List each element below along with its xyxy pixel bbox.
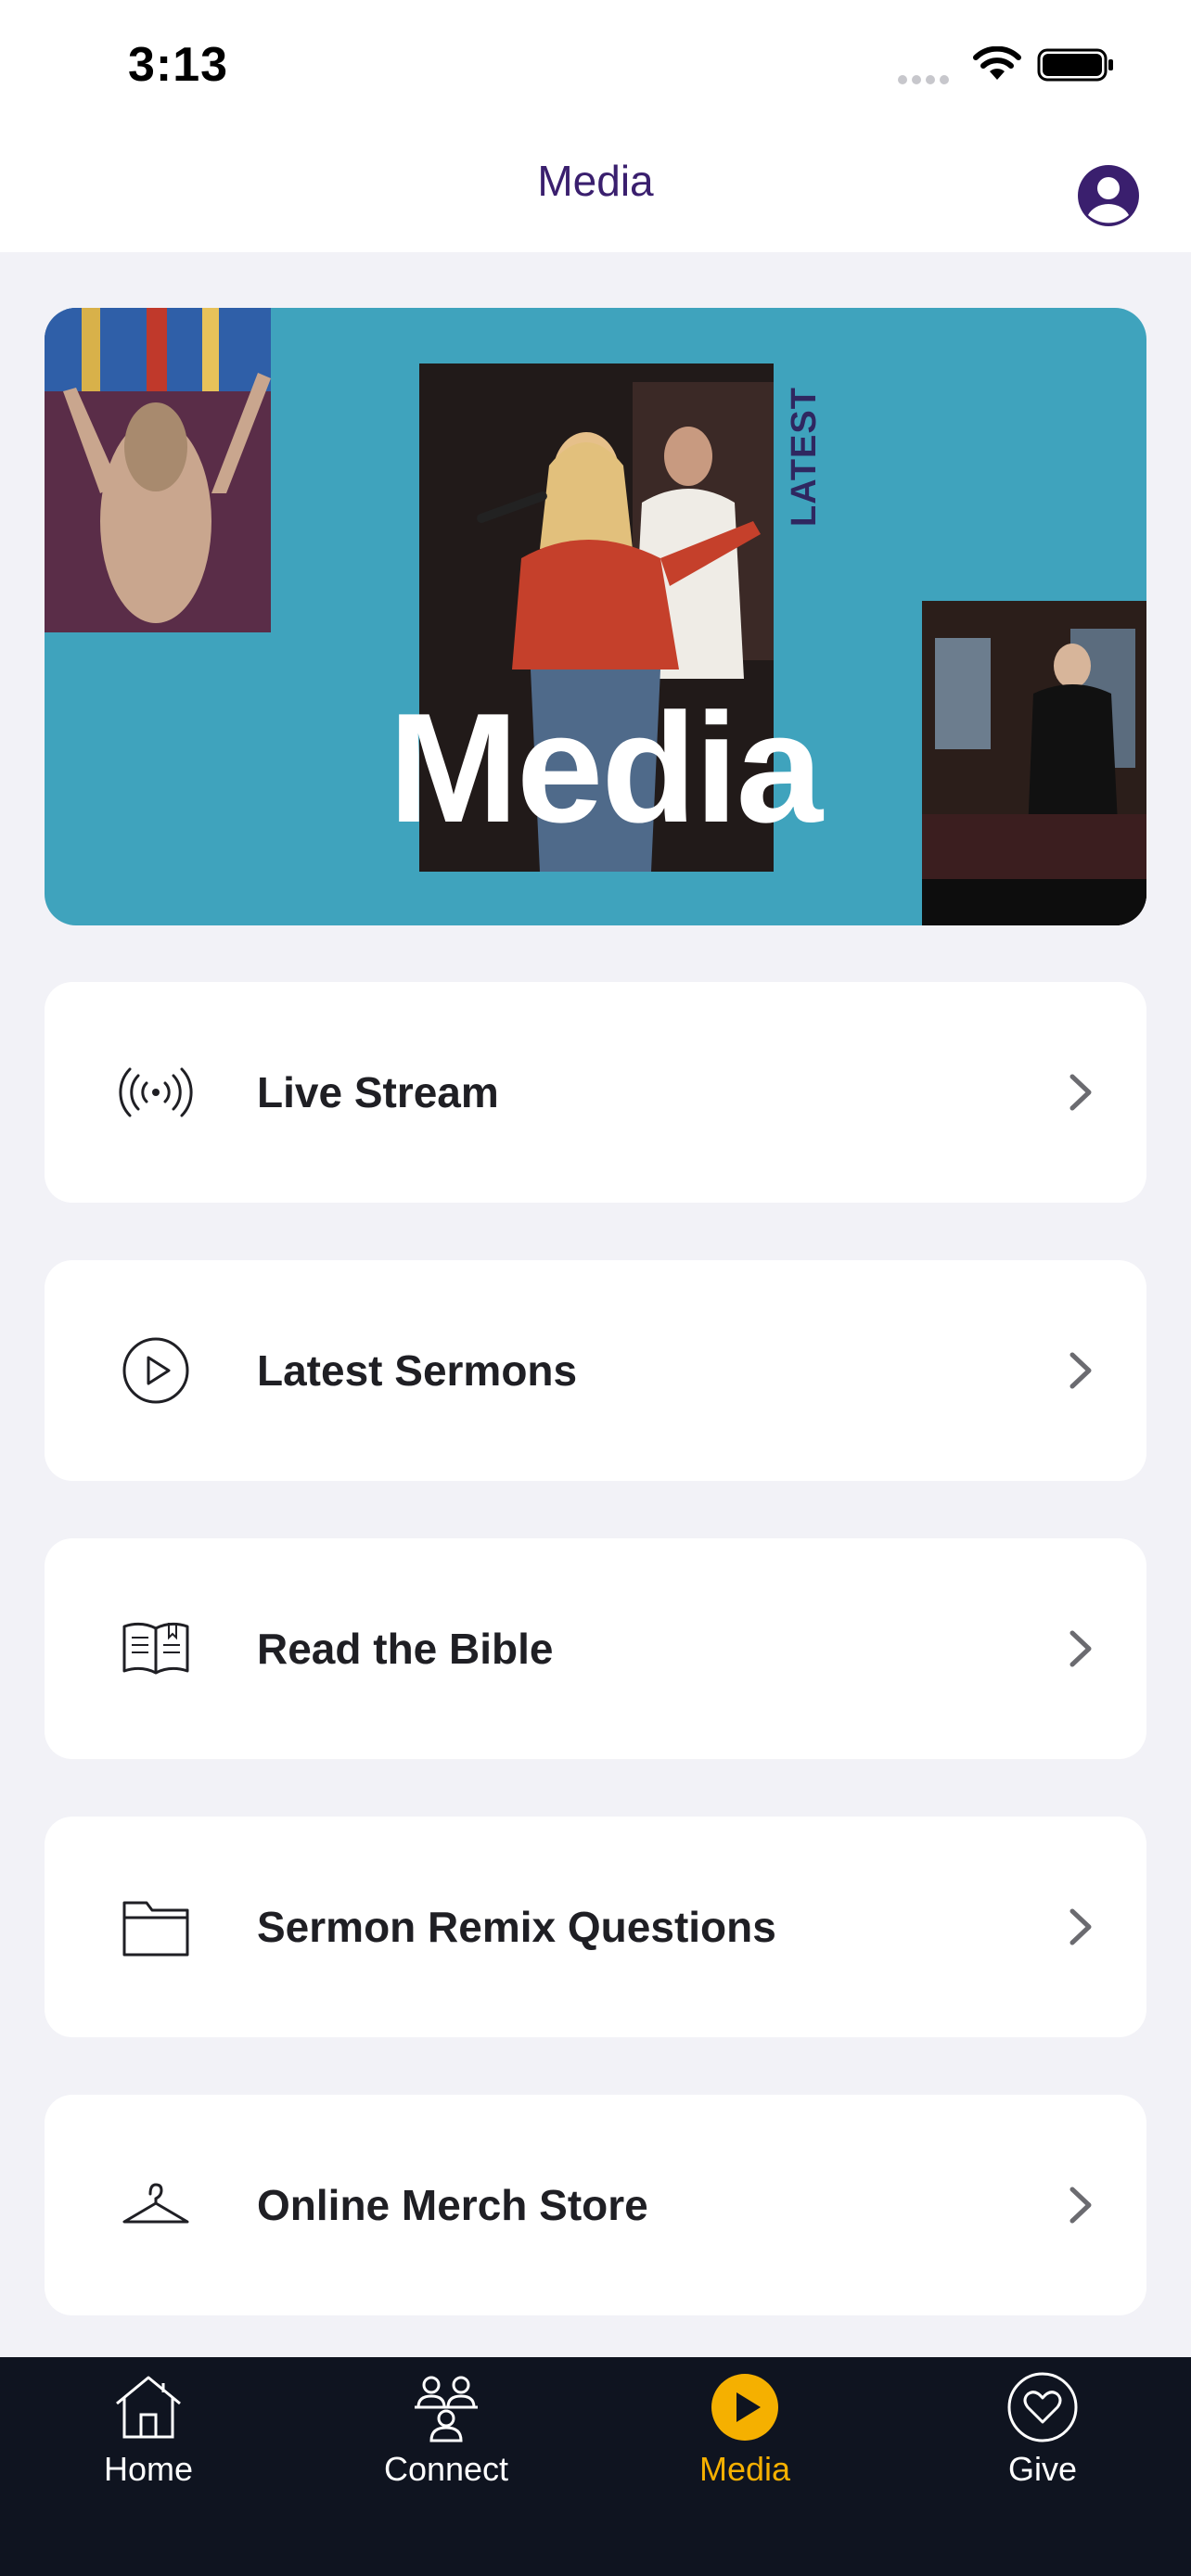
menu-item-latest-sermons[interactable]: Latest Sermons [45, 1260, 1146, 1481]
menu-item-label: Latest Sermons [257, 1346, 578, 1395]
broadcast-icon [119, 1067, 193, 1117]
banner-latest-label: LATEST [785, 387, 824, 527]
hanger-icon [122, 2183, 189, 2224]
tab-label: Media [698, 2450, 791, 2488]
heart-icon [1007, 2372, 1078, 2442]
top-bar: 3:13 Media [0, 0, 1191, 252]
people-icon [415, 2376, 478, 2442]
tab-connect[interactable]: Connect [363, 2357, 530, 2496]
menu-item-label: Live Stream [257, 1068, 499, 1116]
page-title: Media [537, 157, 654, 205]
chevron-right-icon [1069, 1352, 1092, 1389]
status-time: 3:13 [128, 38, 229, 92]
home-icon [116, 2376, 181, 2439]
folder-icon [122, 1901, 189, 1957]
cellular-signal-icon [898, 72, 957, 84]
book-icon [122, 1622, 189, 1675]
chevron-right-icon [1069, 1630, 1092, 1667]
chevron-right-icon [1069, 2187, 1092, 2224]
menu-item-label: Read the Bible [257, 1625, 554, 1673]
tab-media[interactable]: Media [661, 2357, 828, 2496]
menu-item-online-merch-store[interactable]: Online Merch Store [45, 2095, 1146, 2315]
menu-item-read-the-bible[interactable]: Read the Bible [45, 1538, 1146, 1759]
banner-title: Media [388, 681, 823, 855]
tab-label: Home [103, 2450, 194, 2488]
menu-item-label: Online Merch Store [257, 2181, 648, 2229]
menu-item-live-stream[interactable]: Live Stream [45, 982, 1146, 1203]
tab-label: Connect [383, 2450, 509, 2488]
wifi-icon [973, 46, 1021, 80]
play-circle-icon [122, 1337, 189, 1404]
tab-give[interactable]: Give [959, 2357, 1126, 2496]
media-banner[interactable]: LATEST Media [45, 308, 1146, 925]
tab-bar: Home Connect Media Give [0, 2357, 1191, 2576]
battery-icon [1037, 48, 1113, 82]
play-icon [711, 2374, 778, 2441]
profile-avatar-icon[interactable] [1076, 163, 1141, 228]
banner-photo-worship [45, 308, 271, 632]
tab-label: Give [1007, 2450, 1078, 2488]
menu-item-sermon-remix-questions[interactable]: Sermon Remix Questions [45, 1817, 1146, 2037]
tab-home[interactable]: Home [65, 2357, 232, 2496]
chevron-right-icon [1069, 1074, 1092, 1111]
chevron-right-icon [1069, 1908, 1092, 1945]
menu-item-label: Sermon Remix Questions [257, 1903, 776, 1951]
